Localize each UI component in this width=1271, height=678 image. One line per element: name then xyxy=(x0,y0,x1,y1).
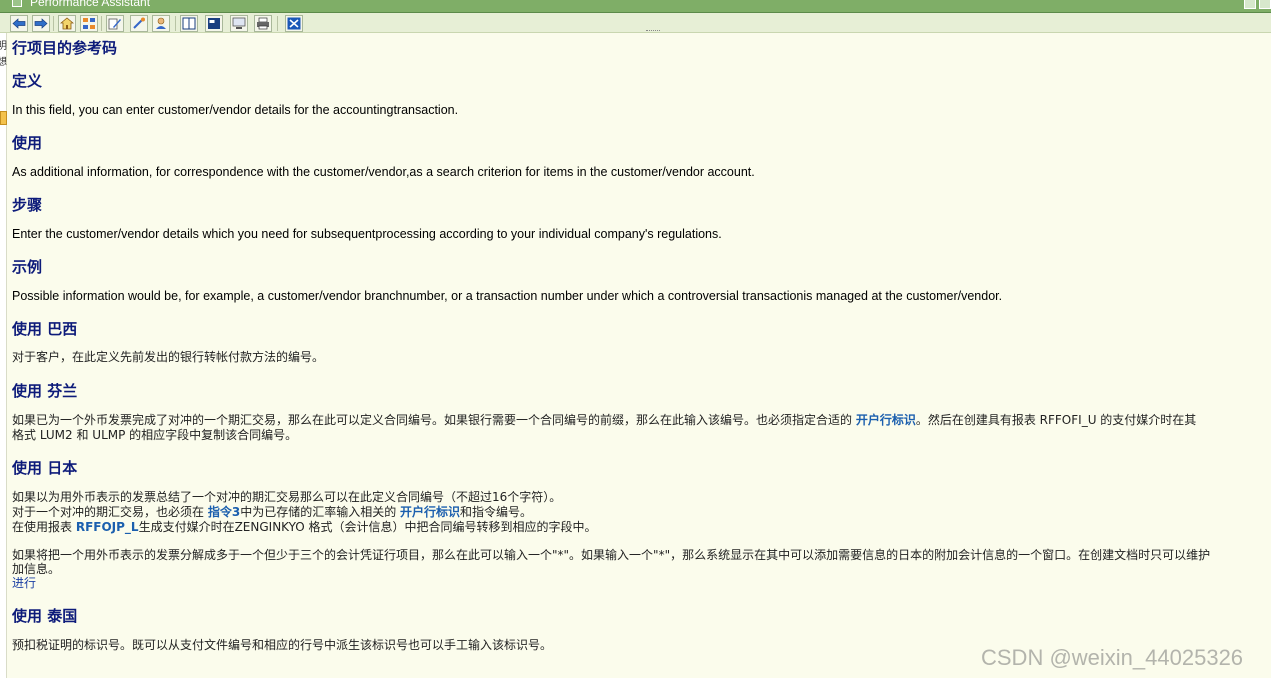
instruction-3-link[interactable]: 指令3 xyxy=(208,505,240,519)
home-icon[interactable] xyxy=(58,15,76,32)
proceed-link[interactable]: 进行 xyxy=(12,577,36,589)
section-heading-definition: 定义 xyxy=(12,72,43,90)
japan-text-a: 对于一个对冲的期汇交易，也必须在 xyxy=(12,505,208,519)
use-text: As additional information, for correspon… xyxy=(12,165,755,179)
minimize-button[interactable] xyxy=(1244,0,1256,9)
book-icon[interactable] xyxy=(180,15,198,32)
section-heading-brazil: 使用 巴西 xyxy=(12,320,78,338)
display-icon[interactable] xyxy=(205,15,223,32)
japan-text-e: 生成支付媒介时在ZENGINKYO 格式（会计信息）中把合同编号转移到相应的字段… xyxy=(138,520,597,534)
maximize-button[interactable] xyxy=(1259,0,1271,9)
toolbar-separator xyxy=(53,16,54,31)
japan-line-5: 加信息。 xyxy=(12,562,61,576)
bank-id-link[interactable]: 开户行标识 xyxy=(856,413,916,427)
definition-text: In this field, you can enter customer/ve… xyxy=(12,103,459,117)
procedure-text: Enter the customer/vendor details which … xyxy=(12,227,722,241)
back-arrow-icon[interactable] xyxy=(10,15,28,32)
section-heading-use: 使用 xyxy=(12,134,43,152)
japan-text-c: 和指令编号。 xyxy=(460,505,533,519)
finland-text-a: 如果已为一个外币发票完成了对冲的一个期汇交易，那么在此可以定义合同编号。如果银行… xyxy=(12,413,856,427)
toolbar-separator xyxy=(101,16,102,31)
section-heading-example: 示例 xyxy=(12,258,43,276)
window-icon[interactable] xyxy=(230,15,248,32)
window-title: Performance Assistant xyxy=(30,0,151,9)
window-app-icon xyxy=(12,0,22,7)
edit-icon[interactable] xyxy=(106,15,124,32)
japan-line-2: 对于一个对冲的期汇交易，也必须在 指令3中为已存储的汇率输入相关的 开户行标识和… xyxy=(12,506,532,518)
finland-line-2: 格式 LUM2 和 ULMP 的相应字段中复制该合同编号。 xyxy=(12,428,298,442)
edge-marker-icon xyxy=(0,111,7,125)
page-title: 行项目的参考码 xyxy=(12,39,118,57)
resize-grip[interactable] xyxy=(646,30,660,32)
bank-id-link[interactable]: 开户行标识 xyxy=(400,505,460,519)
user-icon[interactable] xyxy=(152,15,170,32)
japan-line-3: 在使用报表 RFFOJP_L生成支付媒介时在ZENGINKYO 格式（会计信息）… xyxy=(12,521,597,533)
toolbar-separator xyxy=(175,16,176,31)
forward-arrow-icon[interactable] xyxy=(32,15,50,32)
finland-line-1: 如果已为一个外币发票完成了对冲的一个期汇交易，那么在此可以定义合同编号。如果银行… xyxy=(12,414,1196,426)
finland-text-b: 。然后在创建具有报表 RFFOFI_U 的支付媒介时在其 xyxy=(915,413,1197,427)
japan-line-4: 如果将把一个用外币表示的发票分解成多于一个但少于三个的会计凭证行项目，那么在此可… xyxy=(12,548,1211,562)
technical-info-icon[interactable] xyxy=(130,15,148,32)
window-title-bar: Performance Assistant xyxy=(0,0,1271,13)
japan-text-b: 中为已存储的汇率输入相关的 xyxy=(240,505,401,519)
brazil-text: 对于客户，在此定义先前发出的银行转帐付款方法的编号。 xyxy=(12,350,325,364)
section-heading-finland: 使用 芬兰 xyxy=(12,382,78,400)
toolbar-separator xyxy=(277,16,278,31)
section-heading-thailand: 使用 泰国 xyxy=(12,607,78,625)
example-text: Possible information would be, for examp… xyxy=(12,289,1003,303)
structure-icon[interactable] xyxy=(80,15,98,32)
report-rffojp-link[interactable]: RFFOJP_L xyxy=(76,520,139,534)
toolbar xyxy=(0,13,1271,33)
background-window-edge: 明 想 xyxy=(0,33,7,678)
edge-char: 明 xyxy=(0,41,7,52)
watermark: CSDN @weixin_44025326 xyxy=(981,645,1244,670)
edge-char: 想 xyxy=(0,57,7,68)
close-icon[interactable] xyxy=(285,15,303,32)
japan-line-1: 如果以为用外币表示的发票总结了一个对冲的期汇交易那么可以在此定义合同编号（不超过… xyxy=(12,490,562,504)
japan-text-d: 在使用报表 xyxy=(12,520,76,534)
section-heading-japan: 使用 日本 xyxy=(12,459,78,477)
thailand-text: 预扣税证明的标识号。既可以从支付文件编号和相应的行号中派生该标识号也可以手工输入… xyxy=(12,638,553,652)
help-document: 行项目的参考码 定义 In this field, you can enter … xyxy=(12,33,1271,678)
section-heading-procedure: 步骤 xyxy=(12,196,43,214)
print-icon[interactable] xyxy=(254,15,272,32)
